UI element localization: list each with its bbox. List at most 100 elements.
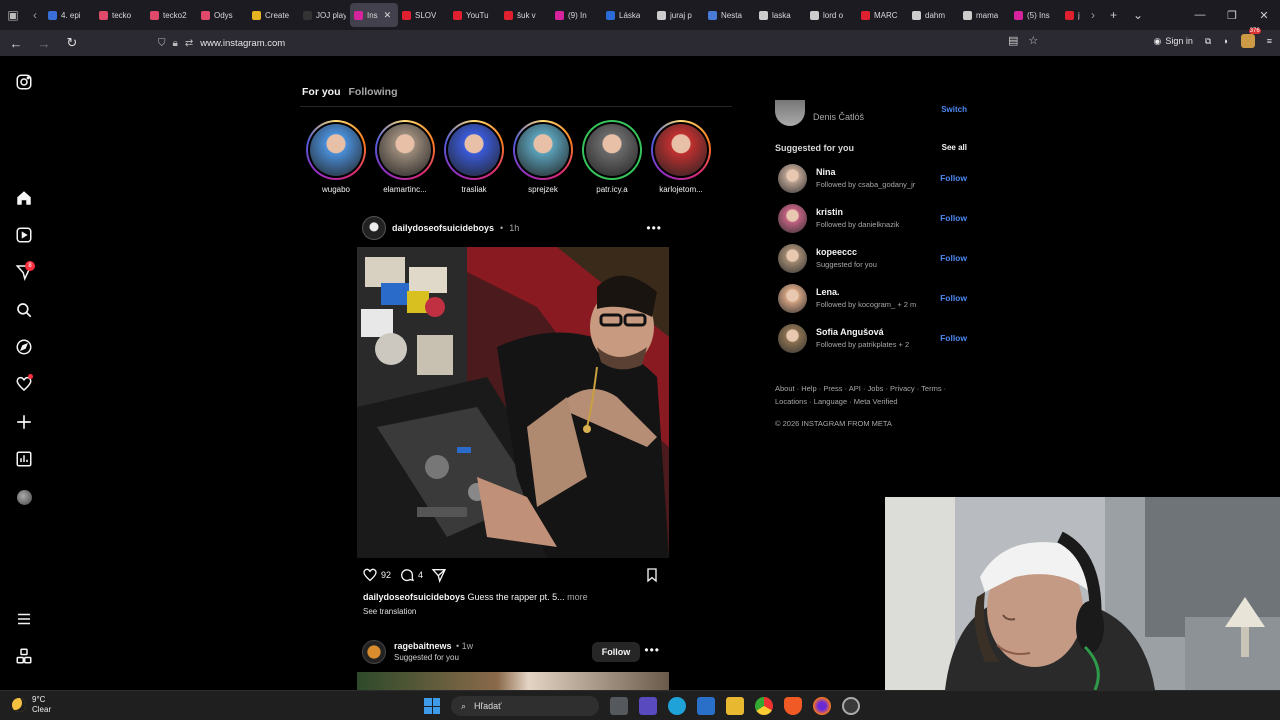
browser-tab[interactable]: (5) Ins: [1010, 3, 1061, 27]
url-text[interactable]: www.instagram.com: [200, 38, 285, 49]
browser-tab[interactable]: mama: [959, 3, 1010, 27]
browser-tab[interactable]: Create: [248, 3, 299, 27]
browser-tab[interactable]: Ins ✕: [350, 3, 398, 27]
post2-follow-button[interactable]: Follow: [592, 642, 640, 662]
menu-hamburger-icon[interactable]: ≡: [1267, 36, 1272, 46]
suggestion-avatar[interactable]: [778, 164, 807, 193]
post2-time-value[interactable]: 1w: [462, 641, 474, 651]
edge-icon[interactable]: [668, 697, 686, 715]
suggestion-follow-button[interactable]: Follow: [940, 293, 967, 303]
story-username[interactable]: karlojetom...: [649, 185, 713, 194]
browser-tab[interactable]: laska: [755, 3, 806, 27]
firefox-icon[interactable]: [813, 697, 831, 715]
story-username[interactable]: sprejzek: [511, 185, 575, 194]
instagram-logo-icon[interactable]: [15, 73, 33, 91]
browser-tab[interactable]: dahm: [908, 3, 959, 27]
browser-tab[interactable]: lord o: [806, 3, 857, 27]
weather-widget[interactable]: 9°C Clear: [12, 695, 51, 715]
browser-tab[interactable]: YouTu: [449, 3, 500, 27]
tab-for-you[interactable]: For you: [302, 86, 341, 98]
browser-tab[interactable]: SLOV: [398, 3, 449, 27]
story-item[interactable]: elamartinc...: [375, 120, 435, 194]
post-author-avatar[interactable]: [362, 216, 386, 240]
suggestion-avatar[interactable]: [778, 284, 807, 313]
browser-tab[interactable]: JOJ play: [299, 3, 350, 27]
share-button[interactable]: [431, 567, 447, 583]
minimize-icon[interactable]: —: [1184, 0, 1216, 30]
tab-list-icon[interactable]: ⌄: [1133, 8, 1143, 22]
suggestion-avatar[interactable]: [778, 324, 807, 353]
suggestion-avatar[interactable]: [778, 204, 807, 233]
new-tab-icon[interactable]: +: [1110, 8, 1117, 22]
story-ring[interactable]: [306, 120, 366, 180]
see-translation-link[interactable]: See translation: [363, 607, 416, 616]
story-item[interactable]: wugabo: [306, 120, 366, 194]
story-item[interactable]: patr.icy.a: [582, 120, 642, 194]
task-view-icon[interactable]: [610, 697, 628, 715]
suggestion-follow-button[interactable]: Follow: [940, 333, 967, 343]
post2-image[interactable]: [357, 672, 669, 690]
suggestion-follow-button[interactable]: Follow: [940, 213, 967, 223]
post-author-username[interactable]: dailydoseofsuicideboys: [392, 223, 494, 233]
story-username[interactable]: patr.icy.a: [580, 185, 644, 194]
more-menu-icon[interactable]: [15, 610, 33, 628]
suggestion-follow-button[interactable]: Follow: [940, 253, 967, 263]
home-icon[interactable]: [15, 189, 33, 207]
story-ring[interactable]: [582, 120, 642, 180]
post-image[interactable]: [357, 247, 669, 558]
suggestion-username[interactable]: Sofia Angušová: [816, 327, 884, 337]
see-all-link[interactable]: See all: [942, 143, 967, 152]
post2-author-avatar[interactable]: [362, 640, 386, 664]
reader-view-icon[interactable]: ▤: [1008, 34, 1018, 47]
browser-tab[interactable]: šuk v: [500, 3, 551, 27]
browser-tab[interactable]: j: [1061, 3, 1084, 27]
profile-avatar[interactable]: [15, 488, 33, 506]
browser-tab[interactable]: Odys: [197, 3, 248, 27]
reload-icon[interactable]: ↻: [60, 32, 84, 54]
extension-shield-icon[interactable]: ◗: [1223, 36, 1228, 46]
like-button[interactable]: 92: [362, 567, 391, 583]
bookmark-star-icon[interactable]: ☆: [1028, 34, 1038, 47]
post2-author-username[interactable]: ragebaitnews: [394, 641, 452, 651]
browser-tab[interactable]: MARC: [857, 3, 908, 27]
story-username[interactable]: trasliak: [442, 185, 506, 194]
reels-icon[interactable]: [15, 226, 33, 244]
comment-count[interactable]: 4: [418, 570, 423, 580]
caption-more-link[interactable]: more: [567, 592, 588, 602]
also-from-meta-icon[interactable]: [15, 647, 33, 665]
store-icon[interactable]: [639, 697, 657, 715]
shield-icon[interactable]: ⛉: [158, 38, 166, 49]
post-options-icon[interactable]: •••: [646, 221, 662, 235]
story-ring[interactable]: [375, 120, 435, 180]
create-plus-icon[interactable]: [15, 413, 33, 431]
story-ring[interactable]: [651, 120, 711, 180]
back-icon[interactable]: ←: [4, 32, 28, 54]
tab-following[interactable]: Following: [349, 86, 398, 98]
story-username[interactable]: elamartinc...: [373, 185, 437, 194]
sign-in-button[interactable]: ◉ Sign in: [1153, 36, 1192, 47]
post2-options-icon[interactable]: •••: [644, 643, 660, 657]
explore-compass-icon[interactable]: [15, 338, 33, 356]
browser-tab[interactable]: tecko: [95, 3, 146, 27]
like-count[interactable]: 92: [381, 570, 391, 580]
story-ring[interactable]: [513, 120, 573, 180]
close-window-icon[interactable]: ✕: [1248, 0, 1280, 30]
tabs-scroll-left-icon[interactable]: ‹: [26, 0, 44, 30]
browser-tab[interactable]: Nesta: [704, 3, 755, 27]
file-explorer-icon[interactable]: [726, 697, 744, 715]
suggestion-follow-button[interactable]: Follow: [940, 173, 967, 183]
browser-tab[interactable]: juraj p: [653, 3, 704, 27]
forward-icon[interactable]: →: [32, 32, 56, 54]
tabs-scroll-right-icon[interactable]: ›: [1084, 0, 1102, 30]
caption-username[interactable]: dailydoseofsuicideboys: [363, 592, 465, 602]
switch-account-link[interactable]: Switch: [941, 105, 967, 114]
suggestion-username[interactable]: Lena.: [816, 287, 840, 297]
browser-tab[interactable]: Láska: [602, 3, 653, 27]
story-ring[interactable]: [444, 120, 504, 180]
story-username[interactable]: wugabo: [304, 185, 368, 194]
messages-icon[interactable]: 8: [15, 261, 35, 281]
comment-button[interactable]: 4: [399, 567, 423, 583]
chrome-icon[interactable]: [755, 697, 773, 715]
footer-links[interactable]: About · Help · Press · API · Jobs · Priv…: [775, 382, 955, 408]
suggestion-avatar[interactable]: [778, 244, 807, 273]
